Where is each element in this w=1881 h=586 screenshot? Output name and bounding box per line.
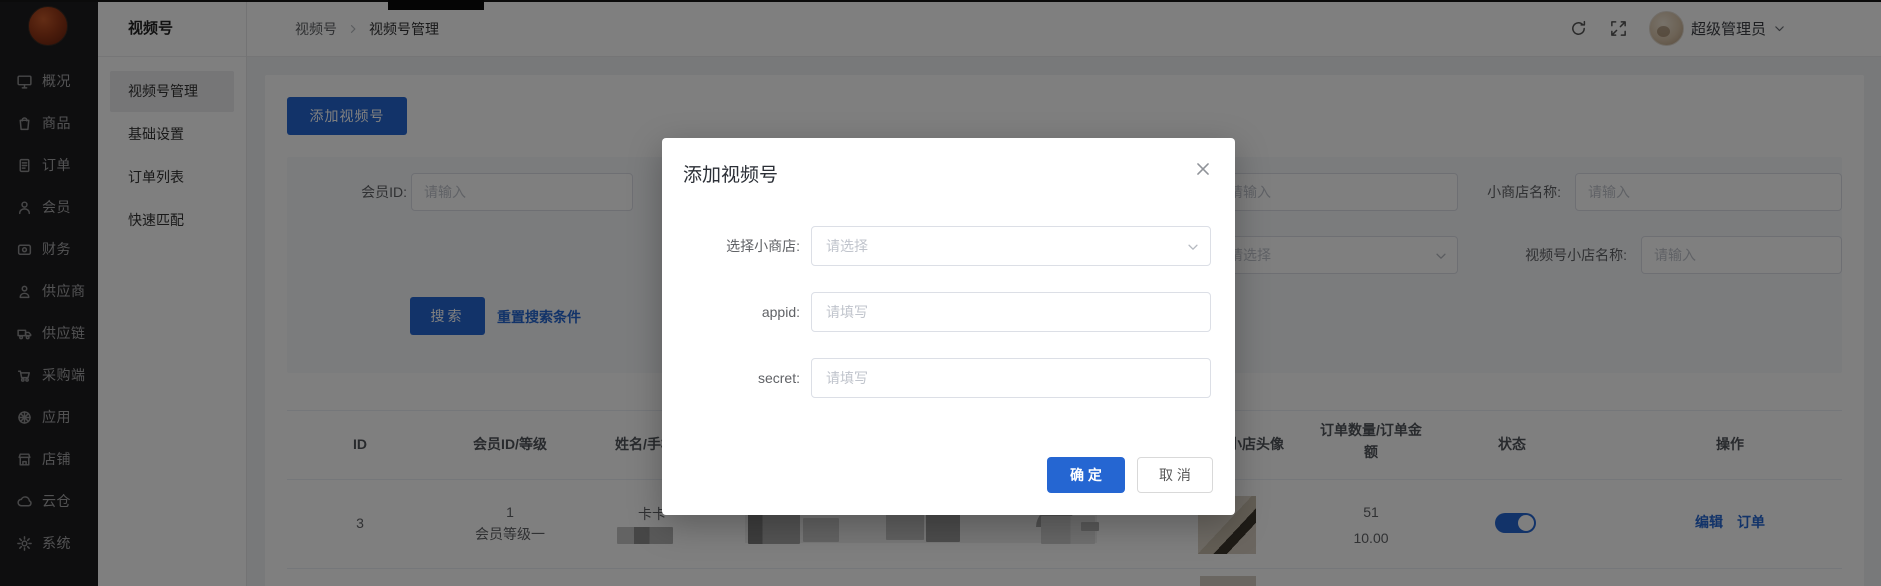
appid-field-wrap (811, 292, 1211, 332)
select-shop-label: 选择小商店: (726, 238, 800, 254)
secret-input[interactable] (812, 359, 1210, 397)
cancel-button[interactable]: 取 消 (1137, 457, 1213, 493)
select-placeholder: 请选择 (826, 238, 868, 254)
shop-select[interactable]: 请选择 (811, 226, 1211, 266)
confirm-button[interactable]: 确 定 (1047, 457, 1125, 493)
add-video-account-modal: 添加视频号 选择小商店: 请选择 appid: secret: 确 定 取 消 (662, 138, 1235, 515)
appid-input[interactable] (812, 293, 1210, 331)
appid-label: appid: (761, 304, 800, 320)
secret-field-wrap (811, 358, 1211, 398)
chevron-down-icon (1186, 240, 1200, 254)
modal-title: 添加视频号 (683, 165, 779, 186)
secret-label: secret: (757, 370, 800, 386)
close-icon[interactable] (1194, 160, 1214, 180)
video-account-admin-page: 概况 商品 订单 会员 财务 供应商 (0, 0, 1881, 586)
